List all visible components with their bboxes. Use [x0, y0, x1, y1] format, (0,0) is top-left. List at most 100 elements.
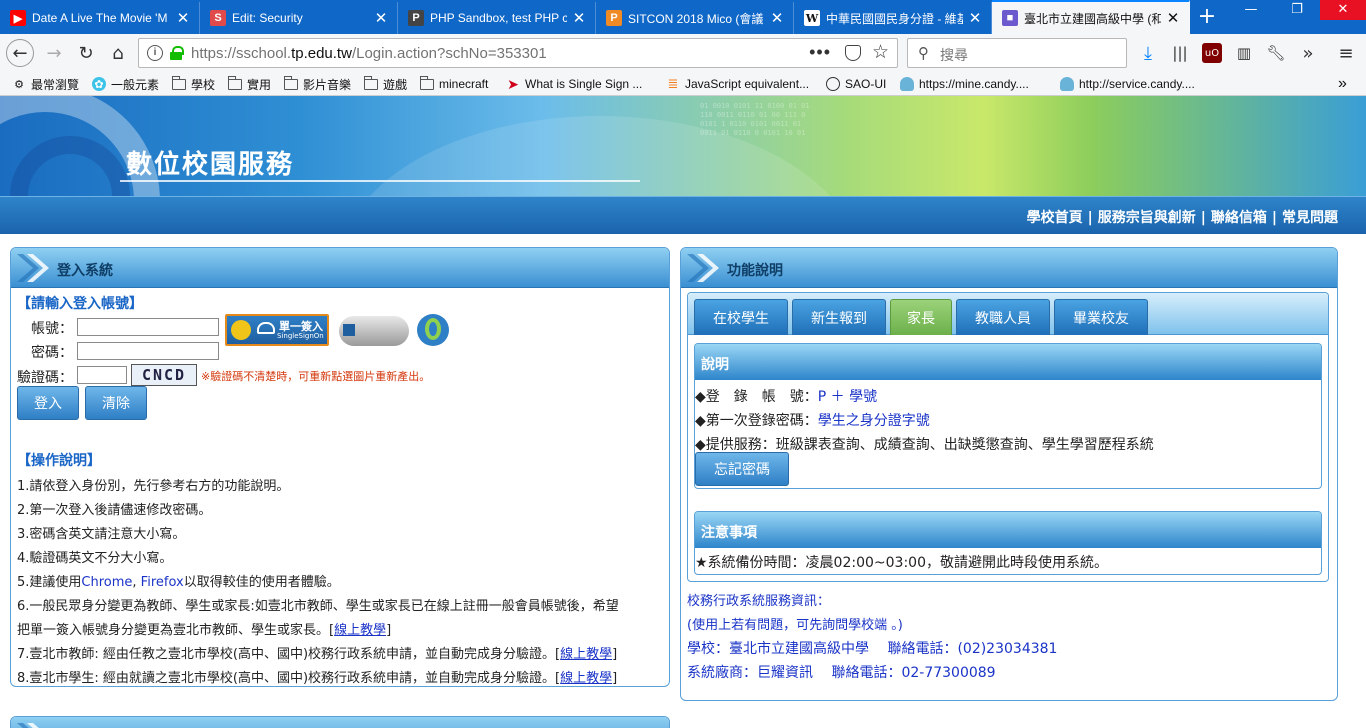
overflow-chevron-icon[interactable]: » — [1298, 43, 1318, 64]
bookmarks-bar: ⚙ 最常瀏覽 ✿ 一般元素 學校 實用 影片音樂 遊戲 minecraft ➤ Wha… — [0, 72, 1366, 96]
forgot-password-button[interactable]: 忘記密碼 — [695, 452, 789, 486]
notice-text: ★系統備份時間：凌晨02:00~03:00，敬請避開此時段使用系統。 — [695, 555, 1108, 571]
bookmark-folder[interactable]: 遊戲 — [363, 75, 408, 93]
wrench-icon[interactable]: 🔧︎ — [1266, 43, 1286, 63]
browser-tab-3[interactable]: P PHP Sandbox, test PHP c ✕ — [398, 2, 596, 34]
back-button[interactable]: ← — [6, 39, 34, 67]
address-bar[interactable]: i https://sschool.tp.edu.tw/Login.action… — [138, 38, 898, 68]
panel-title: 登入系統 — [57, 263, 113, 279]
notice-box: 注意事項 ★系統備份時間：凌晨02:00~03:00，敬請避開此時段使用系統。 — [694, 511, 1322, 575]
nav-link-mail[interactable]: 聯絡信箱 — [1211, 210, 1267, 226]
nav-link-mission[interactable]: 服務宗旨與創新 — [1098, 210, 1196, 226]
browser-tab-5[interactable]: W 中華民國國民身分證 - 維基 ✕ — [794, 2, 992, 34]
browser-tab-2[interactable]: S Edit: Security ✕ — [200, 2, 398, 34]
tab-staff[interactable]: 教職人員 — [956, 299, 1050, 335]
bookmarks-overflow-icon[interactable]: » — [1338, 75, 1347, 93]
bookmark-item[interactable]: ⚙ 最常瀏覽 — [12, 75, 79, 93]
new-tab-button[interactable]: + — [1190, 2, 1224, 32]
edu-id-key-button[interactable] — [339, 316, 409, 346]
close-window-button[interactable]: ✕ — [1320, 0, 1366, 20]
desc-label: ◆登 錄 帳 號： — [695, 389, 818, 405]
minimize-button[interactable]: — — [1228, 0, 1274, 20]
account-input[interactable] — [77, 318, 219, 336]
reload-button[interactable]: ↻ — [72, 39, 100, 67]
maximize-button[interactable]: ❐ — [1274, 0, 1320, 20]
bookmark-item[interactable]: ➤ What is Single Sign ... — [506, 75, 642, 93]
bookmark-item[interactable]: ≣ JavaScript equivalent... — [666, 75, 810, 93]
close-icon[interactable]: ✕ — [769, 9, 785, 27]
online-teaching-link[interactable]: 線上教學 — [560, 671, 612, 686]
pocket-icon[interactable] — [845, 45, 861, 61]
site-top-nav: 學校首頁 | 服務宗旨與創新 | 聯絡信箱 | 常見問題 — [0, 196, 1366, 234]
browser-tab-1[interactable]: ▶ Date A Live The Movie 'M ✕ — [0, 2, 200, 34]
sso-subtitle: SingleSignOn — [277, 332, 324, 340]
download-icon[interactable]: ⤓ — [1138, 43, 1158, 64]
bookmark-star-icon[interactable]: ☆ — [872, 41, 889, 64]
chrome-link[interactable]: Chrome — [81, 575, 132, 590]
password-input[interactable] — [77, 342, 219, 360]
description-box: 說明 ◆登 錄 帳 號：P ＋ 學號 ◆第一次登錄密碼：學生之身分證字號 ◆提供… — [694, 343, 1322, 489]
login-button[interactable]: 登入 — [17, 386, 79, 420]
bookmark-item[interactable]: https://mine.candy.... — [900, 75, 1029, 93]
online-teaching-link[interactable]: 線上教學 — [560, 647, 612, 662]
desc-line-account: ◆登 錄 帳 號：P ＋ 學號 — [695, 386, 877, 406]
login-prompt: 【請輸入登入帳號】 — [17, 296, 143, 312]
close-icon[interactable]: ✕ — [967, 9, 983, 27]
captcha-hint: ※驗證碼不清楚時，可重新點選圖片重新產出。 — [201, 370, 431, 383]
menu-icon[interactable]: ≡ — [1336, 43, 1356, 64]
ublock-icon[interactable]: uO — [1202, 43, 1222, 63]
browser-tab-4[interactable]: P SITCON 2018 Mico (會議 ✕ — [596, 2, 794, 34]
clear-button[interactable]: 清除 — [85, 386, 147, 420]
tab-current-student[interactable]: 在校學生 — [694, 299, 788, 335]
folder-icon — [363, 75, 378, 91]
bookmark-folder[interactable]: 實用 — [227, 75, 271, 93]
openid-button[interactable] — [417, 314, 449, 346]
bookmark-folder[interactable]: 學校 — [171, 75, 215, 93]
ops-item: 把單一簽入帳號身分變更為壹北市教師、學生或家長。[線上教學] — [17, 619, 391, 638]
close-icon[interactable]: ✕ — [175, 9, 191, 27]
chevron-right-icon — [17, 254, 49, 282]
library-icon[interactable]: ||| — [1170, 43, 1190, 63]
captcha-image[interactable]: CNCD — [131, 364, 197, 386]
tab-alumni[interactable]: 畢業校友 — [1054, 299, 1148, 335]
forward-button[interactable]: → — [40, 39, 68, 67]
bookmark-label: 遊戲 — [383, 77, 408, 92]
nav-link-faq[interactable]: 常見問題 — [1282, 210, 1338, 226]
bookmark-folder[interactable]: 影片音樂 — [283, 75, 351, 93]
login-panel: 登入系統 【請輸入登入帳號】 帳號： 密碼： 單一簽入 SingleSignOn… — [10, 247, 670, 687]
firefox-link[interactable]: Firefox — [141, 575, 184, 590]
sso-button[interactable]: 單一簽入 SingleSignOn — [225, 314, 329, 346]
info-icon[interactable]: i — [147, 45, 163, 61]
close-icon[interactable]: ✕ — [373, 9, 389, 27]
browser-tab-6-active[interactable]: ■ 臺北市立建國高級中學 (和 ✕ — [992, 0, 1190, 34]
tab-new-student[interactable]: 新生報到 — [792, 299, 886, 335]
page-actions-icon[interactable]: ••• — [809, 42, 831, 63]
search-icon: ⚲ — [918, 44, 929, 62]
tab-parent[interactable]: 家長 — [890, 299, 952, 335]
online-teaching-link[interactable]: 線上教學 — [334, 623, 386, 638]
close-icon[interactable]: ✕ — [571, 9, 587, 27]
captcha-input[interactable] — [77, 366, 127, 384]
lock-icon[interactable] — [170, 46, 184, 60]
ops-item: 8.壹北市學生: 經由就讀之壹北市學校(高中、國中)校務行政系統申請，並自動完成… — [17, 667, 617, 686]
search-box[interactable]: ⚲ 搜尋 — [907, 38, 1127, 68]
home-button[interactable]: ⌂ — [104, 39, 132, 67]
php-icon: P — [408, 10, 424, 26]
nav-link-home[interactable]: 學校首頁 — [1027, 210, 1083, 226]
features-tabs: 在校學生 新生報到 家長 教職人員 畢業校友 說明 ◆登 錄 帳 號：P ＋ 學… — [687, 292, 1329, 582]
bookmark-folder[interactable]: minecraft — [419, 75, 488, 93]
p-icon: P — [606, 10, 622, 26]
sidebar-icon[interactable]: ▥ — [1234, 43, 1254, 63]
folder-icon — [283, 75, 298, 91]
description-title: 說明 — [695, 344, 1321, 380]
ops-item: 6.一般民眾身分變更為教師、學生或家長:如壹北市教師、學生或家長已在線上註冊一般… — [17, 599, 619, 614]
bookmark-item[interactable]: ✿ 一般元素 — [92, 75, 159, 93]
school-logo-icon — [231, 320, 251, 340]
bookmark-item[interactable]: SAO-UI — [826, 75, 886, 93]
close-icon[interactable]: ✕ — [1165, 9, 1181, 27]
ops-item: 1.請依登入身份別，先行參考右方的功能說明。 — [17, 479, 290, 494]
search-placeholder: 搜尋 — [940, 48, 968, 64]
bookmark-label: SAO-UI — [845, 77, 887, 91]
bookmark-item[interactable]: http://service.candy.... — [1060, 75, 1195, 93]
ops-item: 5.建議使用Chrome, Firefox以取得較佳的使用者體驗。 — [17, 571, 340, 590]
